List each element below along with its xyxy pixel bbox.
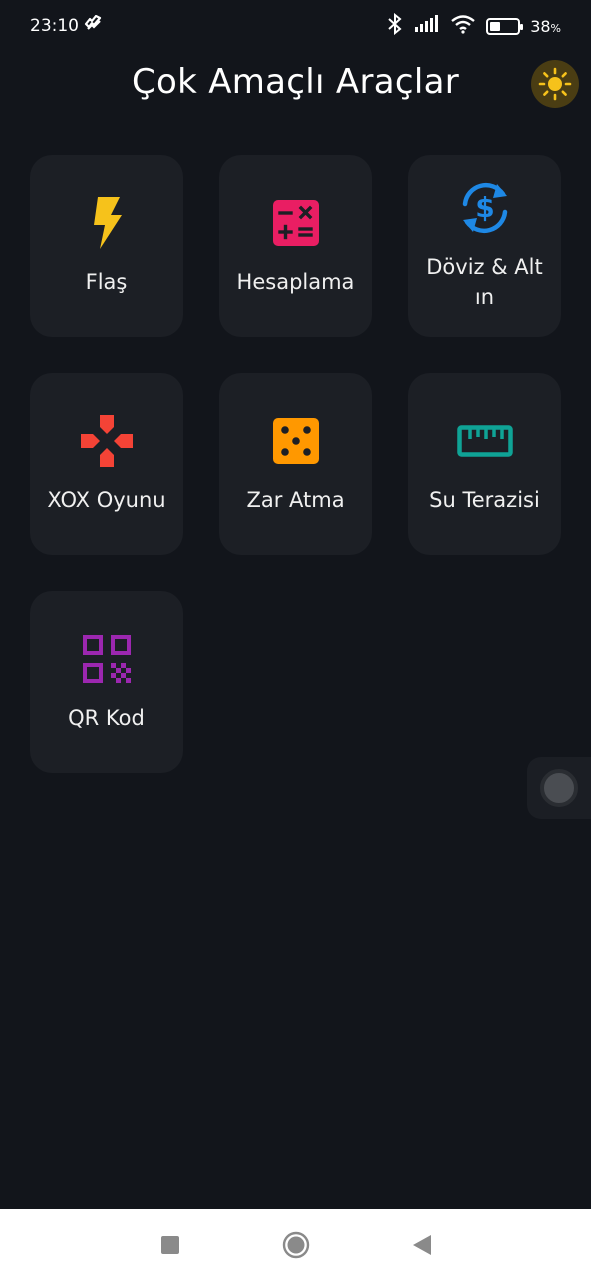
tool-card-currency[interactable]: $ Döviz & Altın xyxy=(408,155,561,337)
battery-percent: 38% xyxy=(530,17,561,36)
floating-dot-icon xyxy=(540,769,578,807)
tool-label: Su Terazisi xyxy=(429,488,540,512)
theme-toggle-button[interactable] xyxy=(531,60,579,108)
calculator-icon xyxy=(268,195,324,251)
page-title: Çok Amaçlı Araçlar xyxy=(131,62,460,102)
recent-apps-button[interactable] xyxy=(155,1230,185,1260)
status-time: 23:10 xyxy=(30,16,79,36)
tool-label: Döviz & Altın xyxy=(426,255,543,309)
app-screen: 23:10 38% Çok Amaçlı Araçlar Flaş Hesapl… xyxy=(0,0,591,1280)
svg-text:$: $ xyxy=(475,191,494,224)
tool-label: Flaş xyxy=(85,270,128,294)
floating-assist-button[interactable] xyxy=(527,757,591,819)
signal-icon xyxy=(414,15,440,37)
recent-apps-icon xyxy=(160,1235,179,1254)
gamepad-icon xyxy=(79,413,135,469)
tool-grid: Flaş Hesaplama $ Döviz & Altın XOX Oyunu… xyxy=(30,155,561,773)
notification-icon xyxy=(83,14,103,38)
home-icon xyxy=(282,1231,309,1258)
tool-card-xox-game[interactable]: XOX Oyunu xyxy=(30,373,183,555)
back-button[interactable] xyxy=(407,1230,437,1260)
status-right: 38% xyxy=(386,12,561,39)
battery-percent-value: 38 xyxy=(530,16,551,36)
back-icon xyxy=(412,1234,431,1255)
bluetooth-icon xyxy=(386,12,404,39)
tool-card-flash[interactable]: Flaş xyxy=(30,155,183,337)
sun-icon xyxy=(538,67,572,101)
status-left: 23:10 xyxy=(30,14,103,38)
qr-code-icon xyxy=(79,631,135,687)
flash-icon xyxy=(79,195,135,251)
tool-label: Hesaplama xyxy=(236,270,355,294)
tool-label: QR Kod xyxy=(68,706,145,730)
header: Çok Amaçlı Araçlar xyxy=(0,56,591,114)
dice-icon xyxy=(268,413,324,469)
wifi-icon xyxy=(450,14,476,38)
battery-icon xyxy=(486,17,524,35)
ruler-icon xyxy=(456,413,513,469)
home-button[interactable] xyxy=(281,1230,311,1260)
battery-level xyxy=(490,21,501,31)
tool-card-dice[interactable]: Zar Atma xyxy=(219,373,372,555)
currency-exchange-icon: $ xyxy=(457,180,513,236)
battery-percent-suffix: % xyxy=(550,21,561,35)
navigation-bar xyxy=(0,1209,591,1280)
tool-card-qr-code[interactable]: QR Kod xyxy=(30,591,183,773)
tool-label: XOX Oyunu xyxy=(47,488,166,512)
status-bar: 23:10 38% xyxy=(0,0,591,52)
tool-label: Zar Atma xyxy=(246,488,345,512)
tool-card-calculator[interactable]: Hesaplama xyxy=(219,155,372,337)
tool-card-level[interactable]: Su Terazisi xyxy=(408,373,561,555)
